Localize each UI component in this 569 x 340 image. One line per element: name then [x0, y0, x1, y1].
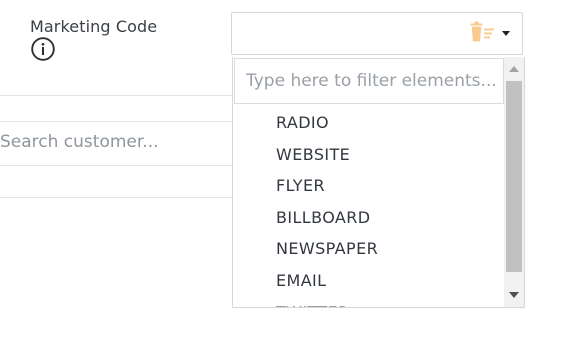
option-twitter[interactable]: TWITTER	[233, 297, 503, 307]
divider	[0, 197, 232, 198]
option-billboard[interactable]: BILLBOARD	[233, 202, 503, 234]
caret-down-icon[interactable]	[502, 31, 510, 36]
option-list: RADIO WEBSITE FLYER BILLBOARD NEWSPAPER …	[233, 107, 503, 307]
dropdown-scrollbar[interactable]	[504, 57, 524, 307]
scrollbar-thumb[interactable]	[506, 81, 522, 272]
filter-input[interactable]	[234, 58, 504, 104]
search-customer-placeholder: Search customer...	[0, 132, 159, 152]
option-flyer[interactable]: FLYER	[233, 170, 503, 202]
scroll-down-arrow-icon[interactable]	[509, 292, 519, 298]
option-radio[interactable]: RADIO	[233, 107, 503, 139]
marketing-code-dropdown: RADIO WEBSITE FLYER BILLBOARD NEWSPAPER …	[232, 57, 525, 308]
option-website[interactable]: WEBSITE	[233, 139, 503, 171]
scroll-up-arrow-icon[interactable]	[509, 66, 519, 72]
divider	[0, 95, 232, 96]
info-circle-icon[interactable]	[31, 37, 55, 61]
trash-clear-icon[interactable]	[470, 21, 498, 43]
option-newspaper[interactable]: NEWSPAPER	[233, 233, 503, 265]
marketing-code-select[interactable]	[231, 12, 523, 55]
marketing-code-form: Marketing Code Search customer... Type h…	[0, 0, 569, 340]
search-input-top-border	[0, 121, 232, 122]
search-input-bottom-border	[0, 165, 232, 166]
marketing-code-label: Marketing Code	[30, 17, 158, 36]
option-email[interactable]: EMAIL	[233, 265, 503, 297]
